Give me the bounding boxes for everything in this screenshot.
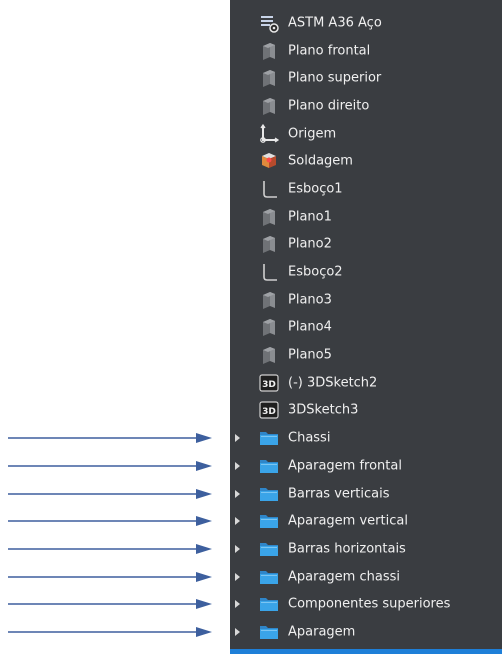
tree-item[interactable]: Plano direito bbox=[230, 92, 502, 120]
tree-item-label: Chassi bbox=[288, 430, 331, 446]
expand-arrow-icon[interactable] bbox=[235, 600, 240, 609]
tree-item[interactable]: Barras horizontais bbox=[230, 535, 502, 563]
folder-icon bbox=[258, 566, 280, 588]
tree-item-label: Plano3 bbox=[288, 292, 332, 308]
tree-item-label: Esboço2 bbox=[288, 264, 343, 280]
expand-arrow-icon[interactable] bbox=[235, 544, 240, 553]
annotation-arrow-head bbox=[196, 461, 212, 471]
tree-item-label: Origem bbox=[288, 126, 337, 142]
tree-item[interactable]: Aparagem vertical bbox=[230, 507, 502, 535]
tree-item-label: Aparagem bbox=[288, 624, 356, 640]
tree-item[interactable]: Plano superior bbox=[230, 64, 502, 92]
tree-item-label: Barras verticais bbox=[288, 486, 390, 502]
tree-item[interactable]: 3D 3DSketch3 bbox=[230, 397, 502, 425]
svg-text:3D: 3D bbox=[262, 407, 276, 417]
tree-item[interactable]: Esboço2 bbox=[230, 258, 502, 286]
tree-item-label: Plano frontal bbox=[288, 43, 371, 59]
tree-item-label: Aparagem chassi bbox=[288, 569, 400, 585]
tree-item[interactable]: Aparagem frontal bbox=[230, 452, 502, 480]
tree-item-label: Componentes superiores bbox=[288, 596, 451, 612]
selection-bar bbox=[230, 649, 502, 654]
feature-manager-tree[interactable]: ASTM A36 Aço Plano frontal Plano superior P… bbox=[230, 0, 502, 654]
sketch-icon bbox=[258, 178, 280, 200]
folder-icon bbox=[258, 593, 280, 615]
tree-item[interactable]: Aparagem chassi bbox=[230, 563, 502, 591]
tree-item-label: ASTM A36 Aço bbox=[288, 15, 382, 31]
tree-item[interactable]: Plano5 bbox=[230, 341, 502, 369]
tree-item[interactable]: Chassi bbox=[230, 424, 502, 452]
plane-icon bbox=[258, 233, 280, 255]
tree-item[interactable]: Soldagem bbox=[230, 147, 502, 175]
plane-icon bbox=[258, 67, 280, 89]
tree-item-label: Esboço1 bbox=[288, 181, 343, 197]
tree-item-label: Plano5 bbox=[288, 347, 332, 363]
plane-icon bbox=[258, 289, 280, 311]
tree-item-label: Barras horizontais bbox=[288, 541, 406, 557]
plane-icon bbox=[258, 206, 280, 228]
tree-item[interactable]: Esboço1 bbox=[230, 175, 502, 203]
plane-icon bbox=[258, 40, 280, 62]
tree-item-label: 3DSketch3 bbox=[288, 402, 359, 418]
sketch3d-icon: 3D bbox=[258, 399, 280, 421]
tree-item[interactable]: Origem bbox=[230, 120, 502, 148]
folder-icon bbox=[258, 483, 280, 505]
folder-icon bbox=[258, 510, 280, 532]
origin-icon bbox=[258, 123, 280, 145]
tree-item-label: (-) 3DSketch2 bbox=[288, 375, 378, 391]
folder-icon bbox=[258, 455, 280, 477]
annotation-arrow-head bbox=[196, 489, 212, 499]
material-icon bbox=[258, 12, 280, 34]
annotation-arrow-head bbox=[196, 433, 212, 443]
folder-icon bbox=[258, 427, 280, 449]
weldment-icon bbox=[258, 150, 280, 172]
tree-item[interactable]: Componentes superiores bbox=[230, 590, 502, 618]
annotation-arrow-head bbox=[196, 627, 212, 637]
tree-item-label: Plano superior bbox=[288, 70, 382, 86]
tree-item-label: Plano1 bbox=[288, 209, 332, 225]
expand-arrow-icon[interactable] bbox=[235, 517, 240, 526]
tree-item[interactable]: 3D (-) 3DSketch2 bbox=[230, 369, 502, 397]
expand-arrow-icon[interactable] bbox=[235, 434, 240, 443]
expand-arrow-icon[interactable] bbox=[235, 461, 240, 470]
tree-item[interactable]: Plano3 bbox=[230, 286, 502, 314]
sketch3d-icon: 3D bbox=[258, 372, 280, 394]
plane-icon bbox=[258, 344, 280, 366]
tree-item-label: Aparagem vertical bbox=[288, 513, 408, 529]
annotation-arrow-head bbox=[196, 516, 212, 526]
expand-arrow-icon[interactable] bbox=[235, 627, 240, 636]
annotation-arrow-head bbox=[196, 599, 212, 609]
plane-icon bbox=[258, 316, 280, 338]
feature-list: ASTM A36 Aço Plano frontal Plano superior P… bbox=[230, 9, 502, 646]
tree-item-label: Plano4 bbox=[288, 319, 332, 335]
annotation-arrow-head bbox=[196, 572, 212, 582]
tree-item-label: Plano2 bbox=[288, 236, 332, 252]
expand-arrow-icon[interactable] bbox=[235, 489, 240, 498]
plane-icon bbox=[258, 95, 280, 117]
tree-item[interactable]: Barras verticais bbox=[230, 480, 502, 508]
annotation-arrows bbox=[8, 433, 212, 637]
tree-item[interactable]: ASTM A36 Aço bbox=[230, 9, 502, 37]
tree-item[interactable]: Plano1 bbox=[230, 203, 502, 231]
tree-item-label: Soldagem bbox=[288, 153, 353, 169]
folder-icon bbox=[258, 538, 280, 560]
tree-item[interactable]: Plano4 bbox=[230, 314, 502, 342]
tree-item[interactable]: Plano2 bbox=[230, 231, 502, 259]
tree-item-label: Plano direito bbox=[288, 98, 370, 114]
folder-icon bbox=[258, 621, 280, 643]
expand-arrow-icon[interactable] bbox=[235, 572, 240, 581]
annotation-arrow-head bbox=[196, 544, 212, 554]
svg-text:3D: 3D bbox=[262, 380, 276, 390]
tree-item[interactable]: Plano frontal bbox=[230, 37, 502, 65]
tree-item[interactable]: Aparagem bbox=[230, 618, 502, 646]
sketch-icon bbox=[258, 261, 280, 283]
tree-item-label: Aparagem frontal bbox=[288, 458, 402, 474]
